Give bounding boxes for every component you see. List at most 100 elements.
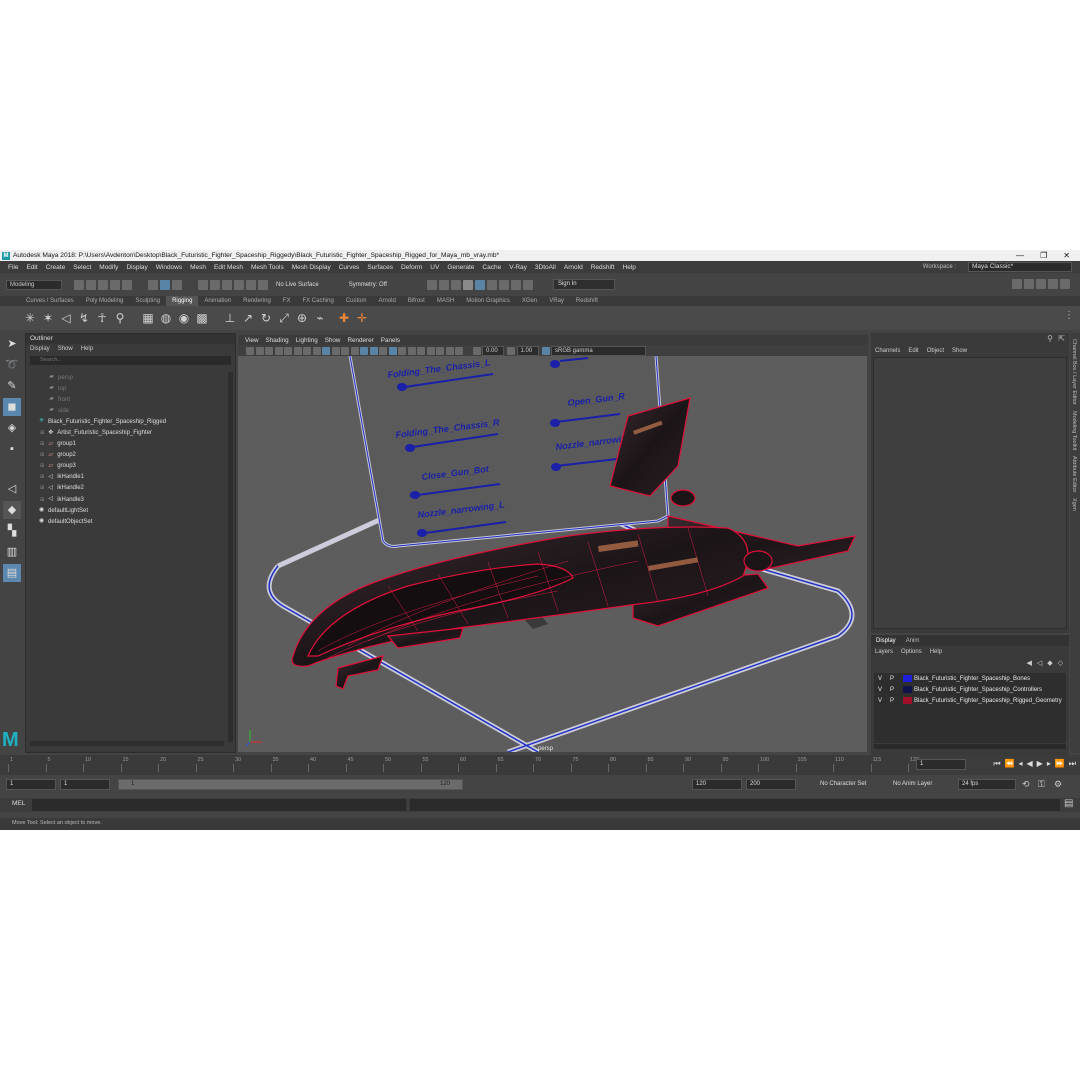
- outliner-item[interactable]: ⊞ ▱ group3: [30, 461, 226, 472]
- xray-joints-icon[interactable]: [436, 346, 444, 355]
- animation-end-field[interactable]: 200: [746, 779, 796, 790]
- channel-box-float-icon[interactable]: ⇱: [1058, 334, 1065, 343]
- select-object-icon[interactable]: [160, 279, 170, 290]
- exposure-icon[interactable]: [472, 346, 481, 355]
- outliner-search-input[interactable]: Search...: [30, 356, 231, 365]
- expand-icon[interactable]: ⊞: [40, 452, 44, 458]
- outliner-item[interactable]: ▰ top: [30, 383, 226, 394]
- select-tool-icon[interactable]: ➤: [3, 335, 21, 353]
- bind-skin-icon[interactable]: ▦: [140, 310, 156, 326]
- menu-generate[interactable]: Generate: [447, 264, 474, 271]
- snap-view-icon[interactable]: [234, 279, 244, 290]
- gamma-field[interactable]: 1.00: [516, 345, 539, 356]
- two-view-icon[interactable]: ▥: [3, 543, 21, 561]
- step-back-key-icon[interactable]: ⏪: [1005, 759, 1015, 769]
- grid-toggle-icon[interactable]: [284, 346, 292, 355]
- outliner-item[interactable]: ✳ Black_Futuristic_Fighter_Spaceship_Rigg…: [30, 416, 226, 427]
- viewport-menu-show[interactable]: Show: [325, 337, 341, 344]
- anim-layer-dropdown[interactable]: No Anim Layer: [893, 781, 932, 787]
- outliner-hscrollbar[interactable]: [30, 741, 224, 746]
- hypershade-icon[interactable]: [462, 279, 473, 290]
- image-plane-icon[interactable]: [274, 346, 283, 355]
- layer-color-swatch[interactable]: [903, 697, 912, 704]
- menu-edit[interactable]: Edit: [26, 264, 37, 271]
- snap-vertex-icon[interactable]: [258, 279, 268, 290]
- menu-mesh[interactable]: Mesh: [190, 264, 206, 271]
- shelf-tab-mash[interactable]: MASH: [431, 296, 460, 306]
- move-layer-up-icon[interactable]: ◀: [1026, 659, 1031, 667]
- symmetry-dropdown[interactable]: Symmetry: Off: [349, 282, 387, 288]
- play-forwards-icon[interactable]: ▶: [1037, 759, 1043, 769]
- layout-icon[interactable]: [1060, 279, 1070, 289]
- shelf-tab-xgen[interactable]: XGen: [516, 296, 543, 306]
- menu-3dtoall[interactable]: 3DtoAll: [535, 264, 556, 271]
- outliner-item[interactable]: ▰ side: [30, 405, 226, 416]
- character-set-dropdown[interactable]: No Character Set: [820, 781, 866, 787]
- menu-set-dropdown[interactable]: Modeling: [6, 279, 62, 290]
- shadows-icon[interactable]: [369, 346, 378, 355]
- layer-row[interactable]: V P Black_Futuristic_Fighter_Spaceship_Con…: [874, 684, 1066, 695]
- resolution-gate-icon[interactable]: [303, 346, 311, 355]
- open-scene-icon[interactable]: [86, 279, 96, 290]
- backface-icon[interactable]: [445, 346, 454, 355]
- color-management-icon[interactable]: [541, 346, 550, 355]
- expand-icon[interactable]: ⊞: [40, 474, 44, 480]
- move-tool-icon[interactable]: ◼: [3, 398, 21, 416]
- outliner-item[interactable]: ⊞ ◁ ikHandle3: [30, 494, 226, 505]
- snap-surface-icon[interactable]: [246, 279, 256, 290]
- orient-constraint-icon[interactable]: ↻: [258, 310, 274, 326]
- save-scene-icon[interactable]: [98, 279, 108, 290]
- outliner-layout-icon[interactable]: ▤: [3, 564, 21, 582]
- depth-of-field-icon[interactable]: [407, 346, 416, 355]
- time-slider[interactable]: 1 5 10 15 20 25 30 35 40 45 50 55 60 65 70 75 80 85 90 95 10…: [0, 755, 1080, 775]
- gate-mask-icon[interactable]: [312, 346, 321, 355]
- expand-icon[interactable]: ⊞: [40, 463, 44, 469]
- outliner-item[interactable]: ⊞ ▱ group2: [30, 450, 226, 461]
- render-settings-icon[interactable]: [450, 279, 461, 290]
- wireframe-on-shaded-icon[interactable]: [341, 346, 349, 355]
- camera-attributes-icon[interactable]: [255, 346, 264, 355]
- script-editor-icon[interactable]: ▤: [1064, 798, 1073, 809]
- layer-color-swatch[interactable]: [903, 686, 912, 693]
- anti-alias-icon[interactable]: [398, 346, 406, 355]
- auto-key-icon[interactable]: ⚿: [1038, 779, 1045, 790]
- arnold-render-icon[interactable]: [510, 279, 521, 290]
- aim-constraint-icon[interactable]: ↗: [240, 310, 256, 326]
- layers-options-menu[interactable]: Options: [901, 649, 922, 655]
- outliner-item[interactable]: ⊞ ◁ ikHandle1: [30, 472, 226, 483]
- shelf-tab-custom[interactable]: Custom: [340, 296, 373, 306]
- gamma-icon[interactable]: [507, 346, 515, 355]
- viewport-menu-panels[interactable]: Panels: [381, 337, 400, 344]
- motion-blur-icon[interactable]: [388, 346, 397, 355]
- shelf-tab-sculpting[interactable]: Sculpting: [129, 296, 166, 306]
- layer-playback-toggle[interactable]: P: [886, 676, 898, 682]
- pole-vector-icon[interactable]: ⌁: [312, 310, 328, 326]
- insert-joint-icon[interactable]: ✶: [40, 310, 56, 326]
- outliner-item[interactable]: ▰ front: [30, 394, 226, 405]
- loop-icon[interactable]: ⟲: [1022, 779, 1030, 790]
- shelf-tab-arnold[interactable]: Arnold: [373, 296, 402, 306]
- expand-icon[interactable]: ⊞: [40, 485, 44, 491]
- move-layer-down-icon[interactable]: ◁: [1037, 659, 1042, 667]
- snap-grid-icon[interactable]: [198, 279, 208, 290]
- scale-constraint-icon[interactable]: ⤢: [276, 310, 292, 326]
- shelf-tab-animation[interactable]: Animation: [198, 296, 237, 306]
- vray-vfb-icon[interactable]: [498, 279, 509, 290]
- snap-point-icon[interactable]: [222, 279, 232, 290]
- paint-select-icon[interactable]: ✎: [3, 377, 21, 395]
- side-tab[interactable]: Xgen: [1071, 498, 1077, 511]
- menu-redshift[interactable]: Redshift: [591, 264, 615, 271]
- side-tab[interactable]: Channel Box / Layer Editor: [1071, 339, 1077, 405]
- channels-show-menu[interactable]: Show: [952, 348, 967, 354]
- step-forward-frame-icon[interactable]: ▸: [1047, 759, 1051, 769]
- wireframe-icon[interactable]: [322, 346, 330, 355]
- menu-v-ray[interactable]: V-Ray: [509, 264, 527, 271]
- menu-edit-mesh[interactable]: Edit Mesh: [214, 264, 243, 271]
- menu-select[interactable]: Select: [73, 264, 91, 271]
- textured-icon[interactable]: [350, 346, 359, 355]
- layers-menu[interactable]: Layers: [875, 649, 893, 655]
- layer-visibility-toggle[interactable]: V: [874, 676, 886, 682]
- shelf-tab-rendering[interactable]: Rendering: [237, 296, 277, 306]
- outliner-item[interactable]: ⊞ ✥ Artist_Futuristic_Spaceship_Fighter: [30, 427, 226, 438]
- shelf-tab-bifrost[interactable]: Bifrost: [402, 296, 431, 306]
